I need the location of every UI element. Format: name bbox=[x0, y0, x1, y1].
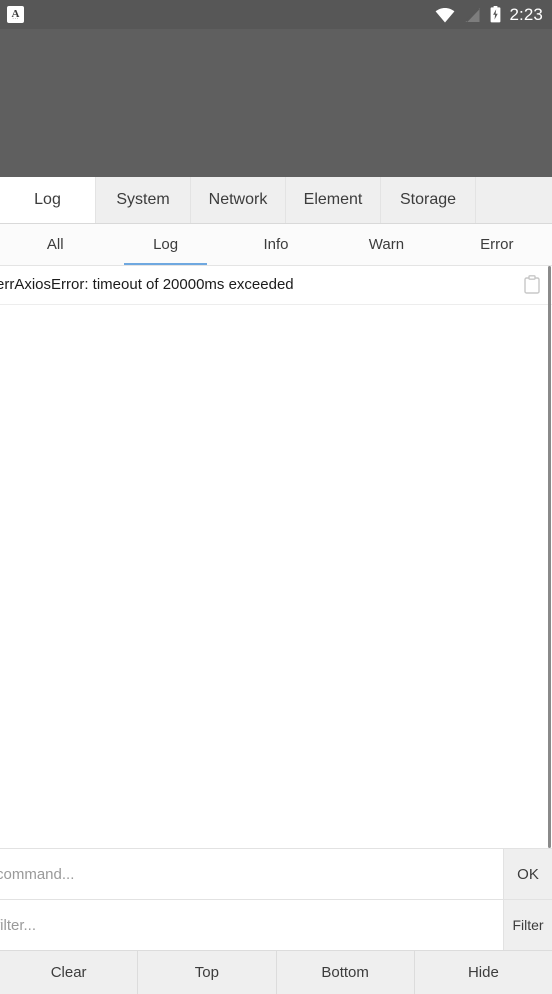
status-bar-clock: 2:23 bbox=[509, 5, 543, 24]
log-level-all[interactable]: All bbox=[0, 224, 110, 265]
command-input[interactable] bbox=[0, 849, 503, 899]
clear-button-label: Clear bbox=[50, 964, 87, 981]
console-tabbar: Log System Network Element Storage bbox=[0, 177, 552, 224]
tab-system-label: System bbox=[116, 191, 170, 208]
log-level-warn[interactable]: Warn bbox=[331, 224, 441, 265]
hide-button-label: Hide bbox=[467, 964, 499, 981]
console-footer-bar: Clear Top Bottom Hide bbox=[0, 950, 552, 994]
log-level-info[interactable]: Info bbox=[221, 224, 331, 265]
battery-charging-icon bbox=[490, 6, 501, 23]
tab-log-label: Log bbox=[34, 191, 61, 208]
log-scrollbar[interactable] bbox=[548, 266, 551, 848]
tab-network[interactable]: Network bbox=[190, 177, 286, 223]
filter-input[interactable] bbox=[0, 900, 503, 950]
command-row: OK bbox=[0, 848, 552, 899]
keyboard-ime-icon: A ··· bbox=[7, 6, 24, 23]
log-message: errAxiosError: timeout of 20000ms exceed… bbox=[0, 276, 294, 293]
tab-storage[interactable]: Storage bbox=[380, 177, 476, 223]
command-ok-button[interactable]: OK bbox=[503, 849, 552, 899]
android-status-bar: A ··· 2:23 bbox=[0, 0, 552, 29]
ime-dots: ··· bbox=[12, 16, 19, 22]
log-level-error-label: Error bbox=[480, 236, 514, 253]
command-ok-label: OK bbox=[517, 865, 539, 883]
top-button[interactable]: Top bbox=[138, 951, 277, 994]
tab-system[interactable]: System bbox=[95, 177, 191, 223]
log-list[interactable]: errAxiosError: timeout of 20000ms exceed… bbox=[0, 266, 552, 848]
log-level-all-label: All bbox=[46, 236, 64, 253]
cellular-signal-off-icon bbox=[464, 7, 481, 23]
status-bar-left: A ··· bbox=[7, 6, 24, 23]
status-bar-right: 2:23 bbox=[435, 6, 544, 23]
tab-storage-label: Storage bbox=[399, 191, 457, 208]
top-button-label: Top bbox=[194, 964, 219, 981]
log-level-log-label: Log bbox=[153, 236, 179, 253]
log-level-info-label: Info bbox=[263, 236, 289, 253]
filter-apply-button[interactable]: Filter bbox=[503, 900, 552, 950]
log-row[interactable]: errAxiosError: timeout of 20000ms exceed… bbox=[0, 266, 552, 305]
filter-apply-label: Filter bbox=[512, 917, 544, 933]
tabbar-filler bbox=[476, 177, 552, 223]
filter-row: Filter bbox=[0, 899, 552, 950]
bottom-button[interactable]: Bottom bbox=[277, 951, 415, 994]
bottom-button-label: Bottom bbox=[321, 964, 369, 981]
tab-element[interactable]: Element bbox=[285, 177, 381, 223]
tab-network-label: Network bbox=[208, 191, 268, 208]
tab-element-label: Element bbox=[303, 191, 363, 208]
clear-button[interactable]: Clear bbox=[0, 951, 139, 994]
log-level-error[interactable]: Error bbox=[442, 224, 552, 265]
screen-root: A ··· 2:23 Log System Network Element St… bbox=[0, 0, 552, 994]
vconsole-panel: Log System Network Element Storage All L… bbox=[0, 177, 552, 994]
wifi-icon bbox=[435, 7, 455, 23]
clipboard-copy-icon[interactable] bbox=[524, 275, 542, 295]
hide-button[interactable]: Hide bbox=[415, 951, 552, 994]
log-level-tabbar: All Log Info Warn Error bbox=[0, 224, 552, 266]
tab-log[interactable]: Log bbox=[0, 177, 96, 223]
log-level-log[interactable]: Log bbox=[110, 224, 220, 265]
log-level-warn-label: Warn bbox=[368, 236, 405, 253]
page-dim-overlay[interactable] bbox=[0, 29, 552, 177]
